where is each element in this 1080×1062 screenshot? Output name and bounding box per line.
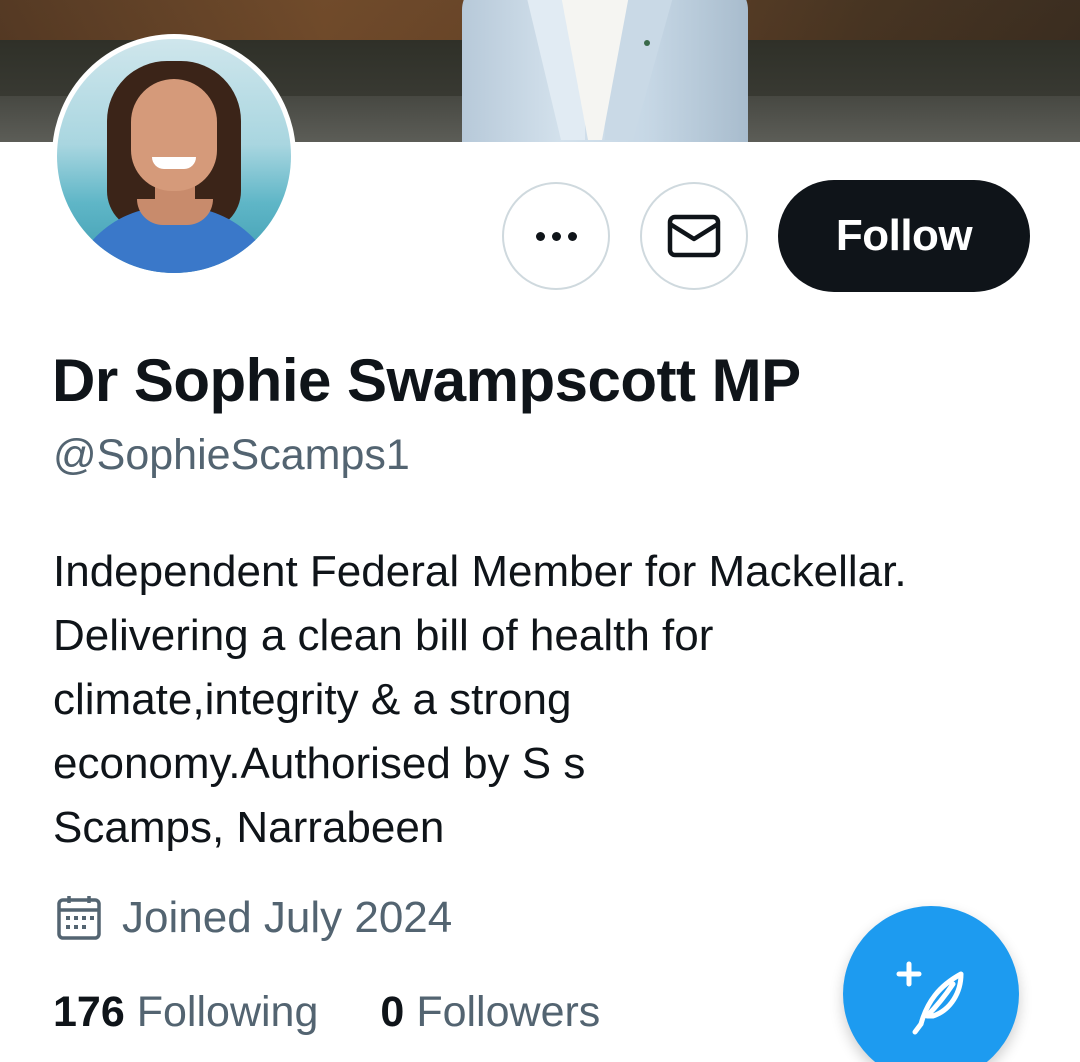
calendar-icon: [57, 896, 101, 940]
profile-bio: Independent Federal Member for Mackellar…: [53, 540, 1033, 860]
bio-line: economy.Authorised by S s: [53, 739, 586, 788]
compose-post-button[interactable]: [843, 906, 1019, 1062]
joined-text: Joined July 2024: [122, 893, 453, 942]
joined-date: Joined July 2024: [56, 888, 452, 948]
followers-label: Followers: [416, 988, 601, 1036]
bio-line: Delivering a clean bill of health for: [53, 611, 714, 660]
follow-button[interactable]: Follow: [778, 180, 1030, 292]
following-label: Following: [136, 988, 319, 1036]
following-link[interactable]: 176 Following: [53, 988, 318, 1037]
display-name: Dr Sophie Swampscott MP: [52, 347, 801, 414]
followers-count: 0: [380, 988, 405, 1036]
compose-feather-icon: [896, 961, 964, 1035]
envelope-icon: [667, 214, 721, 258]
profile-handle: @SophieScamps1: [53, 431, 410, 479]
bio-line: Scamps, Narrabeen: [53, 803, 445, 852]
more-horizontal-icon: [535, 231, 577, 241]
more-options-button[interactable]: [502, 182, 610, 290]
avatar[interactable]: [52, 34, 296, 278]
message-button[interactable]: [640, 182, 748, 290]
avatar-photo: [57, 39, 291, 273]
followers-link[interactable]: 0 Followers: [380, 988, 600, 1037]
profile-page: Follow Dr Sophie Swampscott MP @SophieSc…: [0, 0, 1080, 1062]
bio-line: climate,integrity & a strong: [53, 675, 572, 724]
profile-stats: 176 Following 0 Followers: [53, 988, 662, 1037]
following-count: 176: [53, 988, 125, 1036]
bio-line: Independent Federal Member for Mackellar…: [53, 547, 907, 596]
